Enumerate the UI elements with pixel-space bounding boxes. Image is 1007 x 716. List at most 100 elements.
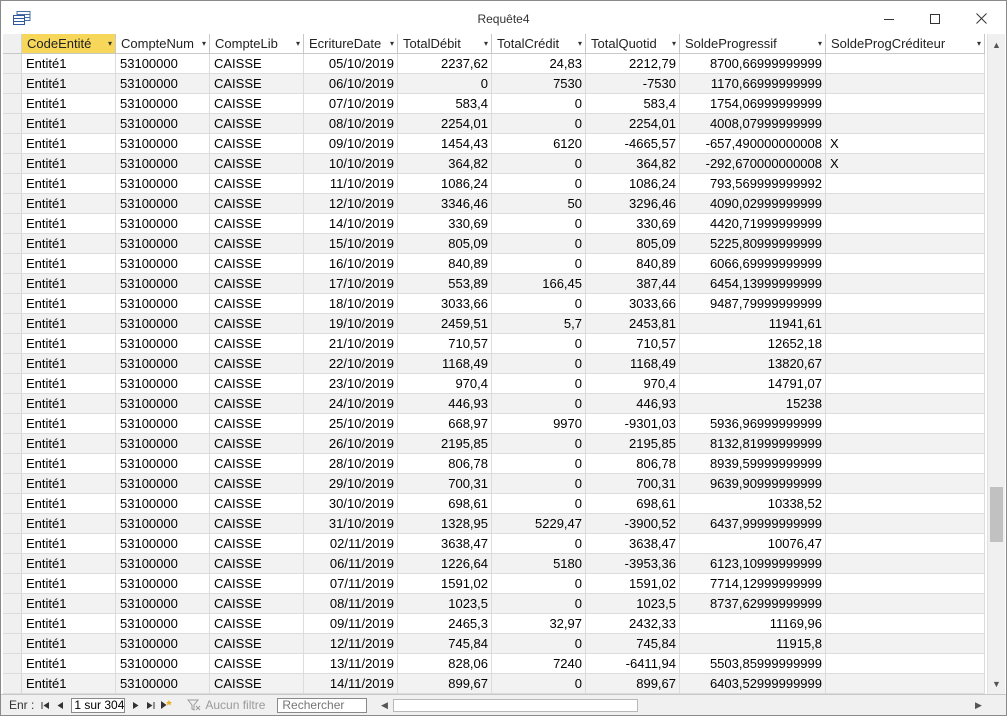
cell-ecriture-date[interactable]: 10/10/2019 [304, 154, 398, 174]
cell-compte-lib[interactable]: CAISSE [210, 194, 304, 214]
cell-total-quotid[interactable]: 2453,81 [586, 314, 680, 334]
cell-total-credit[interactable]: 50 [492, 194, 586, 214]
cell-solde-progressif[interactable]: 793,569999999992 [680, 174, 826, 194]
cell-total-credit[interactable]: 0 [492, 354, 586, 374]
record-selector[interactable] [3, 194, 22, 214]
cell-total-quotid[interactable]: 700,31 [586, 474, 680, 494]
cell-total-credit[interactable]: 0 [492, 114, 586, 134]
cell-total-quotid[interactable]: 970,4 [586, 374, 680, 394]
cell-total-credit[interactable]: 166,45 [492, 274, 586, 294]
record-selector[interactable] [3, 594, 22, 614]
cell-total-quotid[interactable]: 364,82 [586, 154, 680, 174]
cell-code-entite[interactable]: Entité1 [22, 74, 116, 94]
cell-solde-progressif[interactable]: 1170,66999999999 [680, 74, 826, 94]
cell-code-entite[interactable]: Entité1 [22, 394, 116, 414]
next-record-button[interactable] [128, 697, 143, 714]
cell-solde-progressif[interactable]: 6437,99999999999 [680, 514, 826, 534]
cell-solde-prog-crediteur[interactable] [826, 74, 985, 94]
cell-compte-lib[interactable]: CAISSE [210, 654, 304, 674]
cell-total-credit[interactable]: 0 [492, 174, 586, 194]
cell-solde-prog-crediteur[interactable] [826, 234, 985, 254]
cell-total-credit[interactable]: 0 [492, 94, 586, 114]
cell-total-credit[interactable]: 0 [492, 474, 586, 494]
record-selector[interactable] [3, 74, 22, 94]
cell-total-debit[interactable]: 3638,47 [398, 534, 492, 554]
cell-solde-progressif[interactable]: 11915,8 [680, 634, 826, 654]
cell-code-entite[interactable]: Entité1 [22, 314, 116, 334]
cell-total-quotid[interactable]: 583,4 [586, 94, 680, 114]
cell-ecriture-date[interactable]: 31/10/2019 [304, 514, 398, 534]
cell-solde-progressif[interactable]: 10338,52 [680, 494, 826, 514]
cell-total-debit[interactable]: 2459,51 [398, 314, 492, 334]
cell-compte-lib[interactable]: CAISSE [210, 554, 304, 574]
cell-total-quotid[interactable]: 3033,66 [586, 294, 680, 314]
cell-ecriture-date[interactable]: 05/10/2019 [304, 54, 398, 74]
cell-code-entite[interactable]: Entité1 [22, 134, 116, 154]
cell-compte-num[interactable]: 53100000 [116, 274, 210, 294]
cell-compte-num[interactable]: 53100000 [116, 414, 210, 434]
cell-ecriture-date[interactable]: 18/10/2019 [304, 294, 398, 314]
maximize-button[interactable] [912, 1, 958, 36]
cell-ecriture-date[interactable]: 17/10/2019 [304, 274, 398, 294]
column-dropdown-icon[interactable]: ▾ [672, 34, 676, 53]
cell-code-entite[interactable]: Entité1 [22, 654, 116, 674]
cell-ecriture-date[interactable]: 12/11/2019 [304, 634, 398, 654]
record-selector[interactable] [3, 254, 22, 274]
record-selector[interactable] [3, 554, 22, 574]
cell-total-debit[interactable]: 2237,62 [398, 54, 492, 74]
cell-solde-prog-crediteur[interactable] [826, 354, 985, 374]
cell-total-debit[interactable]: 0 [398, 74, 492, 94]
cell-solde-prog-crediteur[interactable] [826, 474, 985, 494]
cell-solde-progressif[interactable]: -657,490000000008 [680, 134, 826, 154]
cell-ecriture-date[interactable]: 28/10/2019 [304, 454, 398, 474]
column-dropdown-icon[interactable]: ▾ [578, 34, 582, 53]
column-dropdown-icon[interactable]: ▾ [818, 34, 822, 53]
cell-solde-prog-crediteur[interactable] [826, 294, 985, 314]
cell-compte-lib[interactable]: CAISSE [210, 394, 304, 414]
record-selector[interactable] [3, 174, 22, 194]
cell-compte-lib[interactable]: CAISSE [210, 434, 304, 454]
cell-total-credit[interactable]: 32,97 [492, 614, 586, 634]
title-bar[interactable]: Requête4 [1, 1, 1006, 36]
horizontal-scrollbar[interactable]: ◀ ▶ [376, 697, 987, 714]
cell-total-debit[interactable]: 330,69 [398, 214, 492, 234]
cell-total-debit[interactable]: 710,57 [398, 334, 492, 354]
cell-code-entite[interactable]: Entité1 [22, 114, 116, 134]
record-selector[interactable] [3, 374, 22, 394]
record-selector[interactable] [3, 414, 22, 434]
minimize-button[interactable] [866, 1, 912, 36]
cell-solde-progressif[interactable]: 15238 [680, 394, 826, 414]
cell-ecriture-date[interactable]: 08/11/2019 [304, 594, 398, 614]
cell-code-entite[interactable]: Entité1 [22, 294, 116, 314]
cell-code-entite[interactable]: Entité1 [22, 614, 116, 634]
column-dropdown-icon[interactable]: ▾ [484, 34, 488, 53]
cell-total-quotid[interactable]: 698,61 [586, 494, 680, 514]
cell-total-quotid[interactable]: -6411,94 [586, 654, 680, 674]
cell-code-entite[interactable]: Entité1 [22, 334, 116, 354]
column-dropdown-icon[interactable]: ▾ [108, 34, 112, 53]
cell-total-debit[interactable]: 553,89 [398, 274, 492, 294]
cell-code-entite[interactable]: Entité1 [22, 374, 116, 394]
cell-compte-lib[interactable]: CAISSE [210, 134, 304, 154]
cell-total-quotid[interactable]: 446,93 [586, 394, 680, 414]
cell-total-quotid[interactable]: 1591,02 [586, 574, 680, 594]
cell-solde-progressif[interactable]: 5503,85999999999 [680, 654, 826, 674]
cell-total-quotid[interactable]: -9301,03 [586, 414, 680, 434]
cell-compte-num[interactable]: 53100000 [116, 254, 210, 274]
cell-code-entite[interactable]: Entité1 [22, 94, 116, 114]
cell-solde-prog-crediteur[interactable] [826, 94, 985, 114]
cell-solde-prog-crediteur[interactable] [826, 514, 985, 534]
cell-compte-num[interactable]: 53100000 [116, 114, 210, 134]
cell-ecriture-date[interactable]: 21/10/2019 [304, 334, 398, 354]
cell-compte-lib[interactable]: CAISSE [210, 354, 304, 374]
cell-code-entite[interactable]: Entité1 [22, 494, 116, 514]
cell-solde-progressif[interactable]: 8132,81999999999 [680, 434, 826, 454]
cell-total-quotid[interactable]: 387,44 [586, 274, 680, 294]
cell-solde-progressif[interactable]: 4420,71999999999 [680, 214, 826, 234]
cell-solde-progressif[interactable]: 11169,96 [680, 614, 826, 634]
cell-total-quotid[interactable]: 3638,47 [586, 534, 680, 554]
cell-ecriture-date[interactable]: 09/10/2019 [304, 134, 398, 154]
cell-ecriture-date[interactable]: 30/10/2019 [304, 494, 398, 514]
record-selector[interactable] [3, 94, 22, 114]
cell-total-credit[interactable]: 9970 [492, 414, 586, 434]
